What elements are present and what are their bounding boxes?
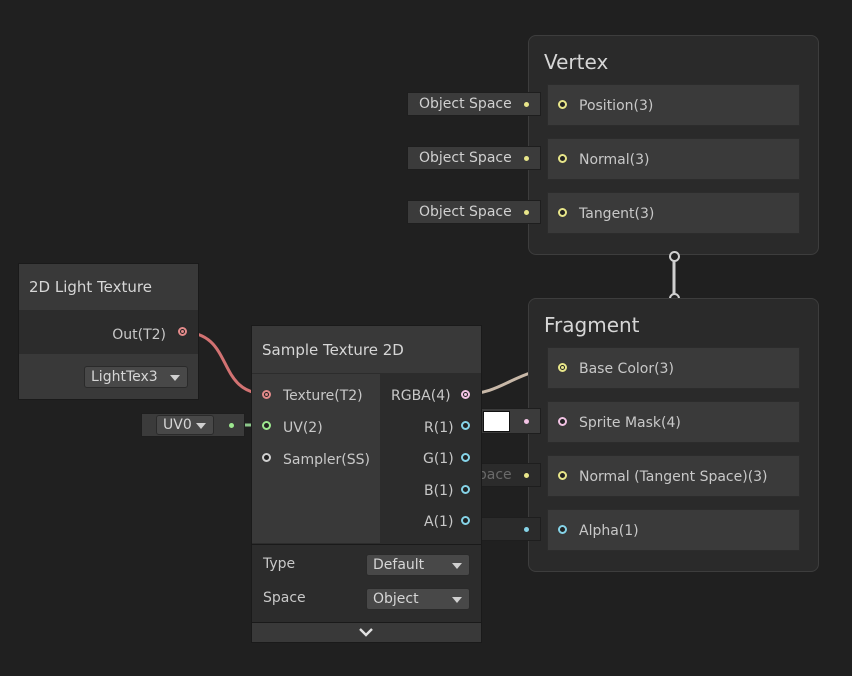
caret-down-icon bbox=[196, 423, 206, 429]
vertex-slot-position[interactable]: Position(3) bbox=[547, 84, 800, 126]
output-label-r: R(1) bbox=[424, 420, 454, 436]
vertex-tangent-port[interactable] bbox=[558, 208, 567, 217]
space-dropdown[interactable]: Object bbox=[366, 588, 470, 610]
sample-r-out-port[interactable] bbox=[461, 421, 470, 430]
vertex-flow-out-port[interactable] bbox=[669, 251, 680, 262]
input-label-uv: UV(2) bbox=[283, 420, 323, 436]
tangent-field-port-dot bbox=[524, 210, 529, 215]
light-texture-node-title: 2D Light Texture bbox=[29, 278, 152, 296]
fragment-sprite-mask-port[interactable] bbox=[558, 417, 567, 426]
port-fill-dot bbox=[265, 393, 268, 396]
uv-channel-value: UV0 bbox=[163, 417, 192, 433]
type-dropdown-value: Default bbox=[373, 557, 425, 573]
fragment-title: Fragment bbox=[544, 313, 640, 337]
sample-rgba-out-port[interactable] bbox=[461, 390, 470, 399]
light-texture-output-label: Out(T2) bbox=[112, 327, 166, 343]
output-label-g: G(1) bbox=[423, 451, 454, 467]
fragment-alpha-port[interactable] bbox=[558, 525, 567, 534]
input-label-texture: Texture(T2) bbox=[283, 388, 363, 404]
position-space-field[interactable]: Object Space bbox=[407, 92, 541, 116]
fragment-slot-label: Sprite Mask(4) bbox=[579, 415, 681, 431]
alpha-field-port-dot bbox=[524, 527, 529, 532]
type-dropdown[interactable]: Default bbox=[366, 554, 470, 576]
fragment-slot-alpha[interactable]: Alpha(1) bbox=[547, 509, 800, 551]
sample-sampler-in-port[interactable] bbox=[262, 453, 271, 462]
vertex-slot-label: Tangent(3) bbox=[579, 206, 655, 222]
vertex-slot-label: Normal(3) bbox=[579, 152, 650, 168]
normal-space-field[interactable]: Object Space bbox=[407, 146, 541, 170]
light-texture-dropdown-value: LightTex3 bbox=[91, 369, 158, 385]
fragment-normal-port[interactable] bbox=[558, 471, 567, 480]
port-fill-dot bbox=[464, 393, 467, 396]
tangent-space-field[interactable]: Object Space bbox=[407, 200, 541, 224]
vertex-normal-port[interactable] bbox=[558, 154, 567, 163]
light-texture-out-port[interactable] bbox=[178, 327, 187, 336]
output-label-a: A(1) bbox=[424, 514, 454, 530]
sample-node-title: Sample Texture 2D bbox=[262, 341, 404, 359]
caret-down-icon bbox=[170, 375, 180, 381]
light-texture-dropdown[interactable]: LightTex3 bbox=[84, 366, 188, 388]
type-label: Type bbox=[263, 556, 296, 572]
light-texture-node[interactable]: 2D Light Texture Out(T2) LightTex3 bbox=[18, 263, 199, 400]
caret-down-icon bbox=[452, 563, 462, 569]
position-field-port-dot bbox=[524, 102, 529, 107]
caret-down-icon bbox=[452, 597, 462, 603]
uv-field-port-dot bbox=[229, 423, 234, 428]
vertex-slot-normal[interactable]: Normal(3) bbox=[547, 138, 800, 180]
fragment-slot-label: Alpha(1) bbox=[579, 523, 639, 539]
fragment-slot-label: Base Color(3) bbox=[579, 361, 674, 377]
sample-b-out-port[interactable] bbox=[461, 485, 470, 494]
chevron-down-icon[interactable] bbox=[358, 626, 374, 638]
sample-g-out-port[interactable] bbox=[461, 453, 470, 462]
fragment-slot-sprite-mask[interactable]: Sprite Mask(4) bbox=[547, 401, 800, 443]
sample-node-header[interactable]: Sample Texture 2D bbox=[252, 326, 481, 373]
sprite-mask-color-swatch[interactable] bbox=[483, 411, 510, 432]
normal-field-port-dot bbox=[524, 473, 529, 478]
light-texture-output-row: Out(T2) bbox=[19, 311, 198, 353]
vertex-slot-tangent[interactable]: Tangent(3) bbox=[547, 192, 800, 234]
space-label: Space bbox=[263, 590, 306, 606]
space-dropdown-value: Object bbox=[373, 591, 419, 607]
uv-channel-dropdown[interactable]: UV0 bbox=[156, 415, 214, 435]
output-label-b: B(1) bbox=[424, 483, 454, 499]
spritemask-field-port-dot bbox=[524, 419, 529, 424]
fragment-base-color-port[interactable] bbox=[558, 363, 567, 372]
fragment-slot-normal[interactable]: Normal (Tangent Space)(3) bbox=[547, 455, 800, 497]
port-fill-dot bbox=[181, 330, 184, 333]
port-fill-dot bbox=[561, 366, 564, 369]
input-label-sampler: Sampler(SS) bbox=[283, 452, 370, 468]
output-label-rgba: RGBA(4) bbox=[391, 388, 451, 404]
fragment-slot-base-color[interactable]: Base Color(3) bbox=[547, 347, 800, 389]
vertex-position-port[interactable] bbox=[558, 100, 567, 109]
fragment-slot-label: Normal (Tangent Space)(3) bbox=[579, 469, 768, 485]
sample-a-out-port[interactable] bbox=[461, 516, 470, 525]
normal-field-port-dot bbox=[524, 156, 529, 161]
sample-uv-in-port[interactable] bbox=[262, 421, 271, 430]
vertex-slot-label: Position(3) bbox=[579, 98, 654, 114]
sample-texture-in-port[interactable] bbox=[262, 390, 271, 399]
vertex-title: Vertex bbox=[544, 50, 609, 74]
light-texture-node-header[interactable]: 2D Light Texture bbox=[19, 264, 198, 310]
